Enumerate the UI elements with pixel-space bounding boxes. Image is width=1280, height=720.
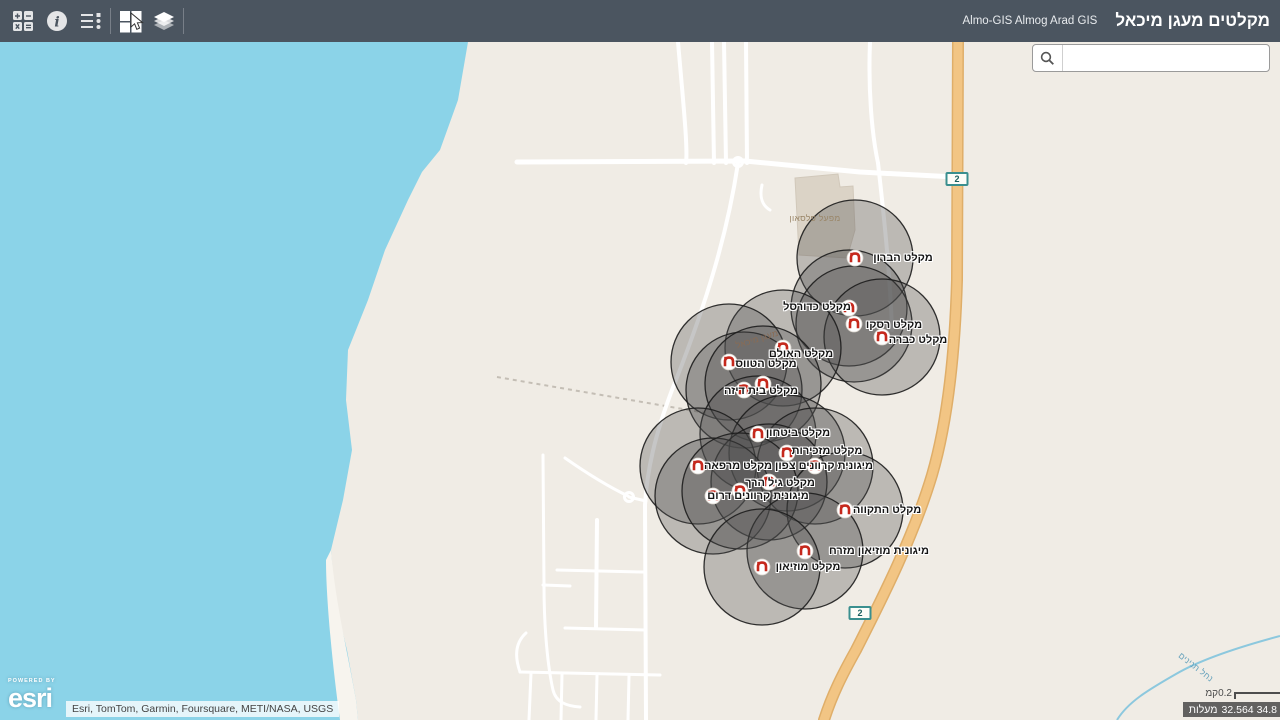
shelter-label[interactable]: מקלט גיל הרך xyxy=(745,477,815,489)
shelter-label[interactable]: מקלט הטווס xyxy=(735,358,796,370)
shelter-label[interactable]: מקלט כברה xyxy=(889,334,948,346)
esri-brand-label: esri xyxy=(8,683,53,713)
shelter-label[interactable]: מקלט מרפאה xyxy=(704,460,772,472)
app-header: i Almo-GIS Almog Arad GIS מקלטים מעגן מי… xyxy=(0,0,1280,42)
svg-text:i: i xyxy=(54,15,59,31)
calculator-icon[interactable] xyxy=(6,0,40,42)
esri-logo: POWERED BY esri xyxy=(8,678,56,713)
legend-icon[interactable] xyxy=(74,0,108,42)
degrees-label: מעלות xyxy=(1188,703,1218,716)
scale-label: 0.2קמ xyxy=(1205,688,1232,699)
shelter-marker-icon[interactable] xyxy=(796,542,814,560)
coordinates-badge: מעלות 32.564 34.8 xyxy=(1182,702,1280,717)
shelter-label[interactable]: מיגונית מוזיאון מזרח xyxy=(829,545,929,557)
basemap-gallery-icon[interactable] xyxy=(113,0,147,42)
info-icon[interactable]: i xyxy=(40,0,74,42)
shelter-marker-icon[interactable] xyxy=(753,558,771,576)
shelter-label[interactable]: מקלט מוזיאון xyxy=(776,561,841,573)
scale-bar: 0.2קמ xyxy=(1205,688,1280,699)
map-attribution: Esri, TomTom, Garmin, Foursquare, METI/N… xyxy=(66,701,340,717)
shelter-label[interactable]: מיגונית קרוונים דרום xyxy=(707,490,808,502)
shelter-label[interactable]: מקלט הברון xyxy=(873,252,932,264)
map-canvas[interactable]: מקלט הברון מקלט כדורסל מקלט רסקו מקלט כברה מ… xyxy=(0,42,1280,720)
shelter-label[interactable]: מקלט בית דיזה xyxy=(724,385,798,397)
shelter-label[interactable]: מקלט מזכירות xyxy=(792,445,863,457)
shelter-label[interactable]: מקלט כדורסל xyxy=(783,301,851,313)
search-input[interactable] xyxy=(1063,45,1269,71)
toolbar-divider xyxy=(183,8,184,34)
shelter-label[interactable]: מקלט רסקו xyxy=(866,319,922,331)
header-toolbar: i xyxy=(0,0,186,42)
shelter-marker-icon[interactable] xyxy=(845,315,863,333)
layers-icon[interactable] xyxy=(147,0,181,42)
app-subtitle: Almo-GIS Almog Arad GIS xyxy=(962,15,1098,27)
coordinate-values: 32.564 34.8 xyxy=(1221,703,1277,716)
shelter-label[interactable]: מקלט התקווה xyxy=(853,504,921,516)
basemap-svg xyxy=(0,42,1280,720)
search-icon[interactable] xyxy=(1033,45,1063,71)
shelter-marker-icon[interactable] xyxy=(749,425,767,443)
shelter-label[interactable]: מקלט ביטחון xyxy=(766,427,830,439)
page-title: מקלטים מעגן מיכאל xyxy=(1115,11,1270,30)
shelter-marker-icon[interactable] xyxy=(836,501,854,519)
toolbar-divider xyxy=(110,8,111,34)
shelter-label[interactable]: מיגונית קרוונים צפון xyxy=(775,460,873,472)
scale-bar-line xyxy=(1234,692,1280,699)
shelter-marker-icon[interactable] xyxy=(846,249,864,267)
road-shield: 2 xyxy=(945,172,969,186)
road-shield: 2 xyxy=(848,606,872,620)
gis-app-window: i Almo-GIS Almog Arad GIS מקלטים מעגן מי… xyxy=(0,0,1280,720)
search-box xyxy=(1032,44,1270,72)
